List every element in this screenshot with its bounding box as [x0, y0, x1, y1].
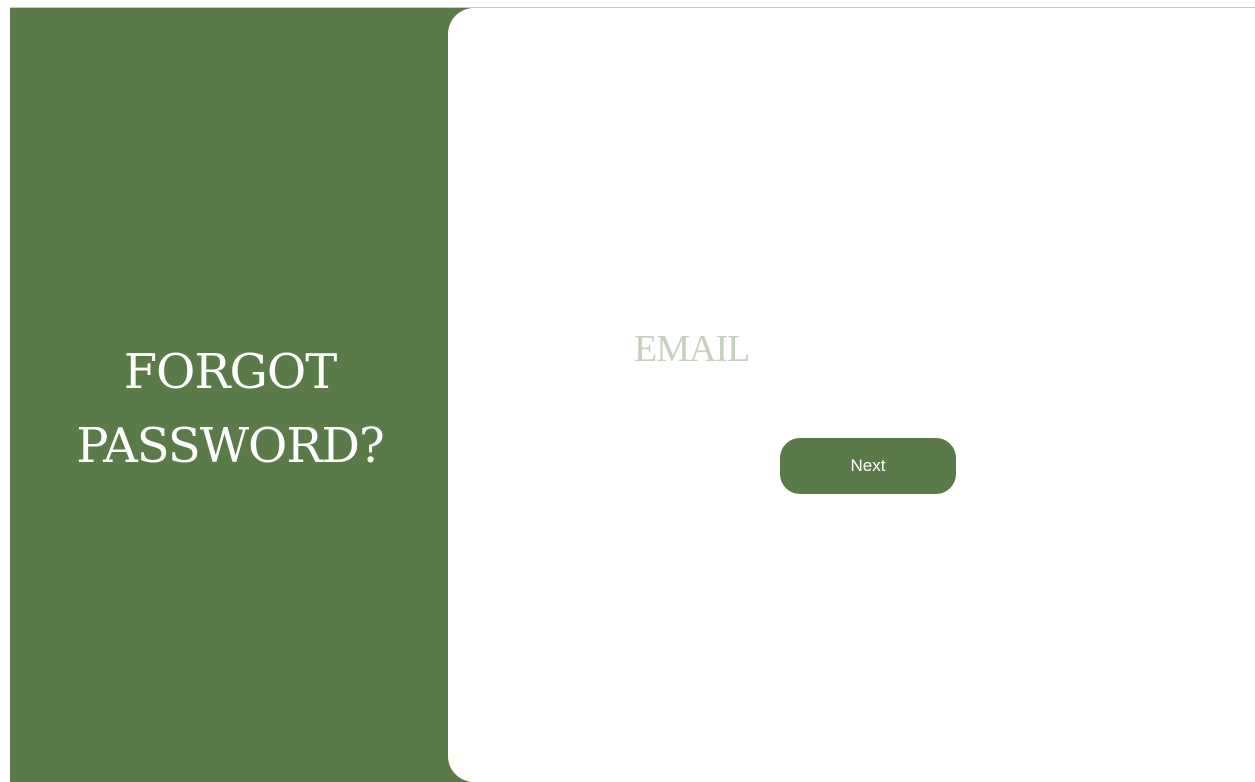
left-brand-panel: FORGOT PASSWORD?: [10, 8, 470, 782]
next-button[interactable]: Next: [780, 438, 956, 494]
title-line-forgot: FORGOT: [123, 344, 338, 401]
title-line-password: PASSWORD?: [76, 418, 385, 475]
email-input[interactable]: [634, 326, 1034, 372]
forgot-password-page: FORGOT PASSWORD? Next: [0, 0, 1255, 782]
page-title: FORGOT PASSWORD?: [10, 335, 450, 483]
form-card: Next: [448, 8, 1255, 782]
